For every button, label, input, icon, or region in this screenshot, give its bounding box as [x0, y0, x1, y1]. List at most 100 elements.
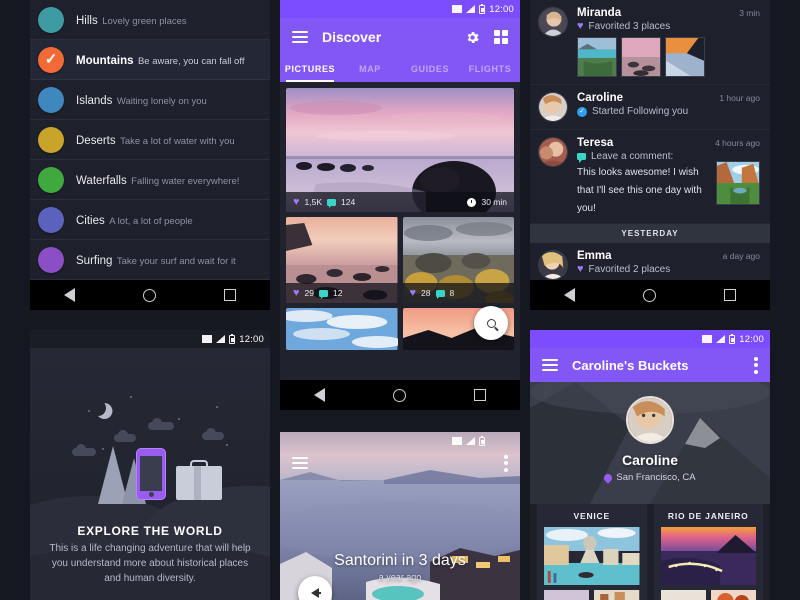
android-nav-bar[interactable]: [530, 280, 770, 310]
activity-item-teresa[interactable]: Teresa 4 hours ago Leave a comment: This…: [530, 130, 770, 224]
heart-icon: ♥: [409, 286, 417, 299]
location-pin-icon: [602, 471, 615, 484]
page-title: Caroline's Buckets: [572, 357, 689, 373]
category-color-dot: [38, 246, 64, 273]
bucket-thumbnail[interactable]: [594, 590, 640, 600]
activity-action-text: Leave a comment:: [591, 151, 674, 162]
nav-back-icon[interactable]: [64, 288, 75, 302]
hamburger-icon[interactable]: [292, 31, 308, 43]
activity-thumbnail[interactable]: [577, 37, 617, 77]
android-nav-bar[interactable]: [30, 280, 270, 310]
bucket-cards: VENICE RIO DE JANEIRO: [530, 504, 770, 600]
bucket-main-photo[interactable]: [544, 527, 640, 585]
more-vertical-icon[interactable]: [754, 356, 758, 374]
comment-count: 124: [341, 197, 356, 207]
nav-recents-icon[interactable]: [224, 289, 236, 301]
hamburger-icon[interactable]: [292, 457, 308, 469]
category-title: Deserts: [76, 134, 116, 147]
bucket-card-rio[interactable]: RIO DE JANEIRO: [653, 504, 763, 600]
profile-hero: Caroline San Francisco, CA: [530, 382, 770, 504]
like-count: 1,5K: [304, 197, 323, 207]
category-row-waterfalls[interactable]: Waterfalls Falling water everywhere!: [30, 160, 270, 200]
tab-flights[interactable]: FLIGHTS: [460, 56, 520, 82]
bucket-thumbnail[interactable]: [710, 590, 756, 600]
comment-icon: [435, 289, 445, 299]
hamburger-icon[interactable]: [542, 359, 558, 371]
categories-panel: Hills Lovely green places ✓ Mountains Be…: [30, 0, 270, 310]
activity-comment-text: This looks awesome! I wish that I'll see…: [577, 167, 702, 214]
category-color-dot: [38, 126, 64, 153]
comment-icon: [327, 198, 337, 208]
santorini-app-bar: [280, 450, 520, 476]
category-list[interactable]: Hills Lovely green places ✓ Mountains Be…: [30, 0, 270, 280]
feed-grid-row-1: ♥ 29 12 ♥ 28 8: [286, 217, 514, 303]
discover-feed: ♥ 1,5K 124 30 min ♥ 29 12 ♥ 28 8: [280, 82, 520, 380]
discover-app-bar: Discover: [280, 18, 520, 56]
bucket-title: RIO DE JANEIRO: [667, 511, 749, 521]
battery-icon: [479, 435, 486, 446]
cloud-icon: [148, 418, 174, 430]
category-row-islands[interactable]: Islands Waiting lonely on you: [30, 80, 270, 120]
feed-card-hero[interactable]: ♥ 1,5K 124 30 min: [286, 88, 514, 212]
nav-home-icon[interactable]: [393, 388, 406, 402]
wifi-icon: [452, 437, 463, 445]
phone-home-dot: [148, 492, 154, 497]
avatar: [538, 137, 568, 167]
clock-icon: [467, 197, 477, 207]
activity-item-miranda[interactable]: Miranda 3 min ♥ Favorited 3 places: [530, 0, 770, 85]
feed-card-tile[interactable]: [286, 308, 398, 350]
category-row-surfing[interactable]: Surfing Take your surf and wait for it: [30, 240, 270, 280]
bucket-thumbnail[interactable]: [660, 590, 706, 600]
feed-card-tile[interactable]: ♥ 29 12: [286, 217, 398, 303]
activity-thumbnail[interactable]: [621, 37, 661, 77]
tab-pictures[interactable]: PICTURES: [280, 56, 340, 82]
profile-avatar[interactable]: [626, 396, 674, 444]
activity-item-caroline[interactable]: Caroline 1 hour ago Started Following yo…: [530, 85, 770, 130]
category-row-cities[interactable]: Cities A lot, a lot of people: [30, 200, 270, 240]
bucket-thumbnail[interactable]: [544, 590, 590, 600]
category-subtitle: Take your surf and wait for it: [116, 255, 236, 267]
android-nav-bar[interactable]: [280, 380, 520, 410]
category-color-dot: [38, 206, 64, 233]
comment-count: 12: [333, 288, 343, 298]
tab-map[interactable]: MAP: [340, 56, 400, 82]
activity-timestamp: a day ago: [722, 251, 760, 261]
comment-icon: [577, 153, 586, 163]
category-row-mountains[interactable]: ✓ Mountains Be aware, you can fall off: [30, 40, 270, 80]
category-subtitle: Falling water everywhere!: [131, 175, 240, 187]
wifi-icon: [202, 335, 213, 343]
wifi-icon: [702, 335, 713, 343]
more-vertical-icon[interactable]: [504, 454, 508, 472]
feed-card-tile[interactable]: ♥ 28 8: [402, 217, 514, 303]
nav-back-icon[interactable]: [564, 288, 575, 302]
category-title: Waterfalls: [76, 174, 127, 187]
nav-recents-icon[interactable]: [724, 289, 736, 301]
activity-user-name: Miranda: [577, 7, 622, 19]
bucket-thumb-row: [660, 590, 756, 600]
phone-screen: [140, 456, 162, 491]
nav-home-icon[interactable]: [643, 288, 656, 302]
page-title: Discover: [322, 29, 382, 45]
status-bar: 12:00: [530, 330, 770, 348]
nav-home-icon[interactable]: [143, 288, 156, 302]
category-row-hills[interactable]: Hills Lovely green places: [30, 0, 270, 40]
discover-tab-bar[interactable]: PICTURES MAP GUIDES FLIGHTS: [280, 56, 520, 82]
activity-thumbnail[interactable]: [665, 37, 705, 77]
gear-icon[interactable]: [465, 30, 480, 45]
activity-comment-thumbnail[interactable]: [716, 160, 760, 205]
grid-view-icon[interactable]: [494, 30, 508, 44]
category-row-deserts[interactable]: Deserts Take a lot of water with you: [30, 120, 270, 160]
activity-thumbnails[interactable]: [577, 37, 760, 77]
search-fab[interactable]: [474, 306, 508, 340]
bucket-main-photo[interactable]: [660, 527, 756, 585]
explore-body-text: This is a life changing adventure that w…: [49, 543, 251, 584]
nav-back-icon[interactable]: [314, 388, 325, 402]
avatar: [538, 92, 568, 122]
status-time: 12:00: [739, 333, 764, 345]
cloud-icon: [202, 428, 224, 440]
tab-guides[interactable]: GUIDES: [400, 56, 460, 82]
heart-icon: ♥: [577, 263, 584, 275]
bucket-card-venice[interactable]: VENICE: [537, 504, 647, 600]
nav-recents-icon[interactable]: [474, 389, 486, 401]
category-color-dot: [38, 166, 64, 193]
